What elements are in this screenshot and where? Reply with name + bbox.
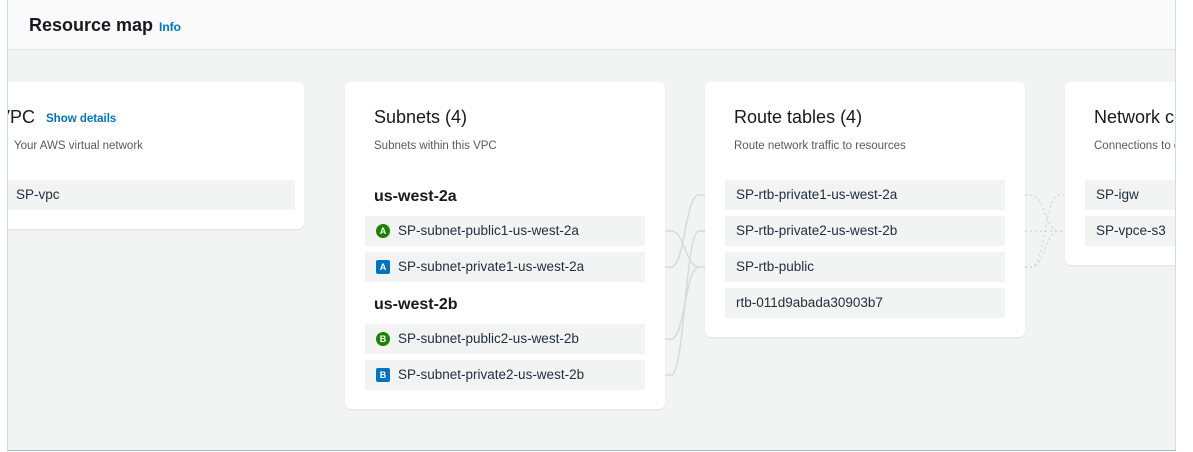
- network-connection-item[interactable]: SP-vpce-s3: [1085, 216, 1175, 246]
- subnets-card: Subnets (4) Subnets within this VPC us-w…: [345, 82, 665, 409]
- subnet-item[interactable]: B SP-subnet-private2-us-west-2b: [365, 360, 645, 390]
- subnet-item[interactable]: B SP-subnet-public2-us-west-2b: [365, 324, 645, 354]
- vpc-item-label: SP-vpc: [16, 187, 60, 202]
- show-details-link[interactable]: Show details: [46, 113, 116, 125]
- route-table-item-label: SP-rtb-private1-us-west-2a: [736, 187, 898, 202]
- route-table-item[interactable]: SP-rtb-private2-us-west-2b: [725, 216, 1005, 246]
- network-connection-item-label: SP-igw: [1096, 187, 1139, 202]
- route-table-item[interactable]: rtb-011d9abada30903b7: [725, 288, 1005, 318]
- network-connection-item[interactable]: SP-igw: [1085, 180, 1175, 210]
- route-table-item-label: SP-rtb-public: [736, 259, 815, 274]
- subnet-item-label: SP-subnet-private2-us-west-2b: [398, 367, 585, 382]
- subnets-card-subtitle: Subnets within this VPC: [374, 140, 497, 152]
- network-connections-card-title: Network connections (2): [1094, 107, 1175, 127]
- network-connections-card: Network connections (2) Connections to o…: [1065, 82, 1175, 265]
- route-table-item-label: rtb-011d9abada30903b7: [736, 295, 883, 310]
- info-link[interactable]: Info: [159, 20, 181, 34]
- vpc-card-subtitle: Your AWS virtual network: [14, 140, 143, 152]
- vpc-item[interactable]: SP-vpc: [8, 180, 295, 210]
- vpc-card: VPC Show details Your AWS virtual networ…: [8, 82, 304, 229]
- route-tables-card-title: Route tables (4): [734, 107, 863, 127]
- private-subnet-badge-icon: B: [376, 368, 390, 382]
- subnet-item-label: SP-subnet-private1-us-west-2a: [398, 259, 585, 274]
- public-subnet-badge-icon: B: [376, 332, 390, 346]
- route-table-item[interactable]: SP-rtb-private1-us-west-2a: [725, 180, 1005, 210]
- route-table-item[interactable]: SP-rtb-public: [725, 252, 1005, 282]
- az-title-us-west-2a: us-west-2a: [374, 188, 457, 205]
- public-subnet-badge-icon: A: [376, 224, 390, 238]
- network-connections-card-subtitle: Connections to other networks: [1094, 140, 1175, 152]
- resource-map-title: Resource map: [29, 15, 154, 35]
- private-subnet-badge-icon: A: [376, 260, 390, 274]
- route-tables-card: Route tables (4) Route network traffic t…: [705, 82, 1025, 337]
- resource-map-header: Resource map Info: [8, 0, 1175, 50]
- network-connection-item-label: SP-vpce-s3: [1096, 223, 1166, 238]
- route-tables-card-subtitle: Route network traffic to resources: [734, 140, 906, 152]
- subnet-item-label: SP-subnet-public1-us-west-2a: [398, 223, 579, 238]
- route-table-item-label: SP-rtb-private2-us-west-2b: [736, 223, 898, 238]
- subnets-card-title: Subnets (4): [374, 107, 468, 127]
- resource-map-panel: Resource map Info VPC Show details Your …: [7, 0, 1176, 451]
- subnet-item[interactable]: A SP-subnet-private1-us-west-2a: [365, 252, 645, 282]
- subnet-item-label: SP-subnet-public2-us-west-2b: [398, 331, 579, 346]
- az-title-us-west-2b: us-west-2b: [374, 296, 458, 313]
- vpc-card-title: VPC: [8, 107, 36, 127]
- subnet-item[interactable]: A SP-subnet-public1-us-west-2a: [365, 216, 645, 246]
